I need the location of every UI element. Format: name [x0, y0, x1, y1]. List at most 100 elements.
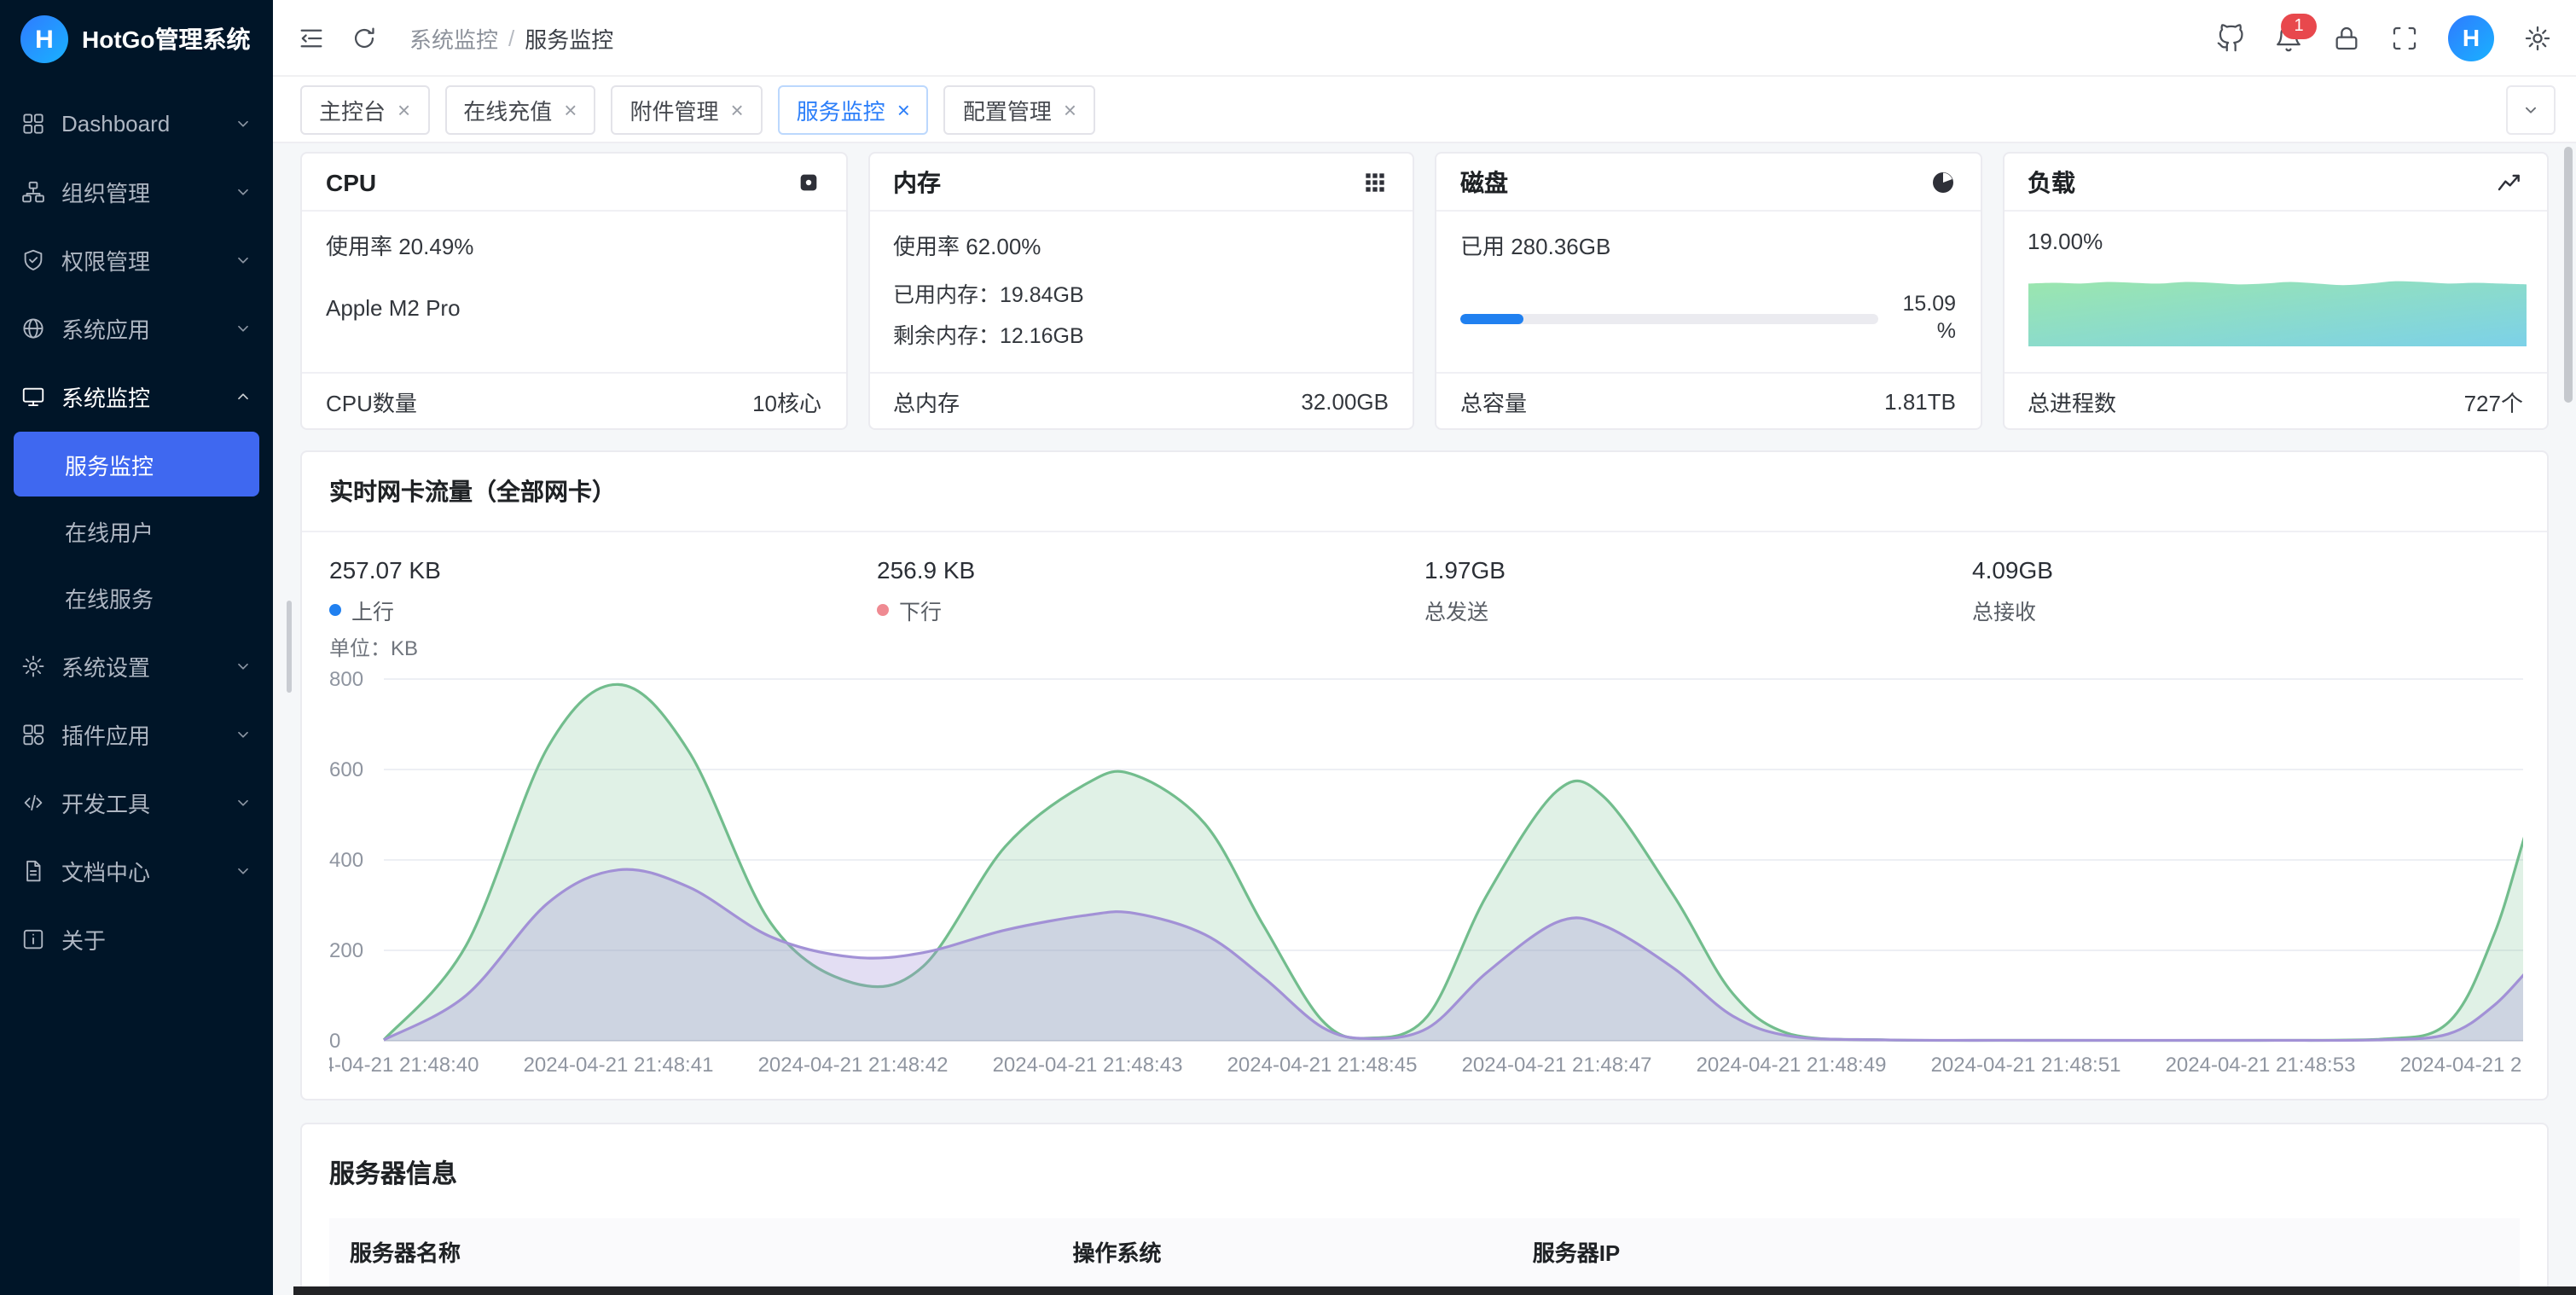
sidebar-subitem-online-users[interactable]: 在线用户	[14, 498, 259, 563]
tab-attachment[interactable]: 附件管理 ×	[611, 84, 762, 134]
chevron-down-icon	[234, 318, 252, 337]
sidebar-item-plugins[interactable]: 插件应用	[0, 700, 273, 768]
stat-label: 总接收	[1972, 594, 2036, 626]
sidebar-item-dashboard[interactable]: Dashboard	[0, 89, 273, 157]
sidebar-item-system-monitor[interactable]: 系统监控	[0, 362, 273, 430]
app-logo[interactable]: H HotGo管理系统	[0, 0, 273, 78]
svg-text:2024-04-21 21:48:45: 2024-04-21 21:48:45	[1227, 1054, 1418, 1077]
tab-home[interactable]: 主控台 ×	[300, 84, 429, 134]
lock-screen-icon[interactable]	[2332, 23, 2361, 52]
svg-text:2024-04-21 21:48:41: 2024-04-21 21:48:41	[524, 1054, 714, 1077]
cpu-chip-icon	[794, 168, 821, 195]
close-icon[interactable]: ×	[564, 98, 577, 120]
sidebar-subitem-online-services[interactable]: 在线服务	[14, 565, 259, 630]
code-icon	[20, 789, 46, 815]
tab-online-recharge[interactable]: 在线充值 ×	[444, 84, 595, 134]
sidebar-item-about[interactable]: 关于	[0, 904, 273, 973]
shield-icon	[20, 247, 46, 272]
sidebar-item-system-settings[interactable]: 系统设置	[0, 631, 273, 700]
stat-label: 下行	[899, 594, 942, 626]
column-header-name: 服务器名称	[329, 1218, 1052, 1286]
card-title: 磁盘	[1460, 165, 1508, 199]
svg-text:800: 800	[329, 668, 363, 691]
vertical-scrollbar-thumb[interactable]	[2564, 147, 2573, 403]
svg-text:2024-04-21 21:48:43: 2024-04-21 21:48:43	[993, 1054, 1183, 1077]
logo-icon: H	[20, 15, 68, 63]
svg-text:2024-04-21 21:48:53: 2024-04-21 21:48:53	[2166, 1054, 2356, 1077]
svg-text:2024-04-21 21:48:42: 2024-04-21 21:48:42	[758, 1054, 949, 1077]
svg-text:200: 200	[329, 939, 363, 962]
breadcrumb-item-current[interactable]: 服务监控	[525, 21, 613, 54]
memory-usage-text: 使用率 62.00%	[893, 229, 1389, 261]
sidebar-item-dev-tools[interactable]: 开发工具	[0, 768, 273, 836]
sidebar-item-label: 关于	[61, 922, 252, 955]
content-scrollbar-thumb[interactable]	[287, 601, 292, 693]
server-info-title: 服务器信息	[329, 1155, 2520, 1191]
stat-value: 1.97GB	[1424, 556, 1972, 584]
close-icon[interactable]: ×	[1064, 98, 1076, 120]
legend-dot-down	[877, 604, 889, 616]
fullscreen-icon[interactable]	[2390, 23, 2419, 52]
tab-label: 配置管理	[963, 93, 1052, 125]
server-info-card: 服务器信息 服务器名称 操作系统 服务器IP mengshuaideMBP da…	[300, 1123, 2549, 1295]
dashboard-icon	[20, 110, 46, 136]
settings-gear-icon[interactable]	[2523, 23, 2552, 52]
close-icon[interactable]: ×	[397, 98, 410, 120]
cpu-card: CPU 使用率 20.49% Apple M2 Pro CPU数量 10核心	[300, 152, 847, 430]
memory-footer-label: 总内存	[893, 385, 960, 417]
sidebar-item-docs[interactable]: 文档中心	[0, 836, 273, 904]
sidebar-item-system-apps[interactable]: 系统应用	[0, 293, 273, 362]
sidebar: H HotGo管理系统 Dashboard 组织管理 权限管理 系统应用	[0, 0, 273, 1295]
stat-value: 257.07 KB	[329, 556, 877, 584]
tab-bar: 主控台 × 在线充值 × 附件管理 × 服务监控 × 配置管理 ×	[273, 77, 2576, 143]
tab-label: 主控台	[319, 93, 386, 125]
sidebar-item-permission[interactable]: 权限管理	[0, 225, 273, 293]
chevron-down-icon	[234, 182, 252, 200]
svg-text:400: 400	[329, 849, 363, 872]
org-icon	[20, 178, 46, 204]
notification-badge: 1	[2281, 13, 2317, 38]
svg-text:2024-04-21 21:48:55: 2024-04-21 21:48:55	[2400, 1054, 2523, 1077]
app-window: H HotGo管理系统 Dashboard 组织管理 权限管理 系统应用	[0, 0, 2576, 1295]
svg-text:0: 0	[329, 1030, 340, 1053]
load-percent-text: 19.00%	[2028, 229, 2523, 254]
tab-service-monitor[interactable]: 服务监控 ×	[778, 84, 929, 134]
sidebar-item-org[interactable]: 组织管理	[0, 157, 273, 225]
topbar-actions: 1 H	[2216, 15, 2552, 61]
close-icon[interactable]: ×	[897, 98, 910, 120]
card-title: 负载	[2028, 165, 2075, 199]
memory-card: 内存 使用率 62.00% 已用内存：19.84GB 剩余内存：12.16GB …	[867, 152, 1414, 430]
sidebar-item-label: Dashboard	[61, 110, 218, 136]
tab-actions-dropdown[interactable]	[2506, 84, 2556, 134]
chevron-down-icon	[234, 250, 252, 269]
info-icon	[20, 926, 46, 951]
sidebar-subitem-label: 服务监控	[65, 448, 154, 480]
breadcrumb-item[interactable]: 系统监控	[409, 21, 498, 54]
legend-dot-up	[329, 604, 341, 616]
notifications-button[interactable]: 1	[2274, 23, 2303, 52]
memory-used-text: 已用内存：19.84GB	[893, 276, 1389, 309]
sidebar-subitem-service-monitor[interactable]: 服务监控	[14, 432, 259, 497]
breadcrumb-separator: /	[508, 25, 514, 50]
load-footer-label: 总进程数	[2028, 385, 2116, 417]
tab-label: 附件管理	[629, 93, 718, 125]
chevron-up-icon	[234, 386, 252, 405]
user-avatar[interactable]: H	[2448, 15, 2494, 61]
app-title: HotGo管理系统	[82, 22, 251, 56]
traffic-chart: 02004006008002024-04-21 21:48:402024-04-…	[329, 662, 2523, 1085]
sidebar-item-label: 开发工具	[61, 786, 218, 818]
stat-total-sent: 1.97GB 总发送	[1424, 556, 1972, 626]
table-header-row: 服务器名称 操作系统 服务器IP	[329, 1218, 2520, 1286]
close-icon[interactable]: ×	[730, 98, 743, 120]
sidebar-menu: Dashboard 组织管理 权限管理 系统应用 系统监控	[0, 78, 273, 1295]
memory-free-text: 剩余内存：12.16GB	[893, 317, 1389, 350]
sidebar-item-label: 系统应用	[61, 311, 218, 344]
tab-config[interactable]: 配置管理 ×	[944, 84, 1095, 134]
github-icon[interactable]	[2216, 23, 2245, 52]
cpu-footer-label: CPU数量	[326, 385, 417, 417]
collapse-menu-icon[interactable]	[297, 23, 326, 52]
traffic-stats-row: 257.07 KB 上行 256.9 KB 下行 1.97GB 总发送 4.09…	[302, 532, 2547, 626]
refresh-icon[interactable]	[350, 23, 379, 52]
cpu-model-text: Apple M2 Pro	[326, 295, 821, 321]
sidebar-item-label: 组织管理	[61, 175, 218, 207]
